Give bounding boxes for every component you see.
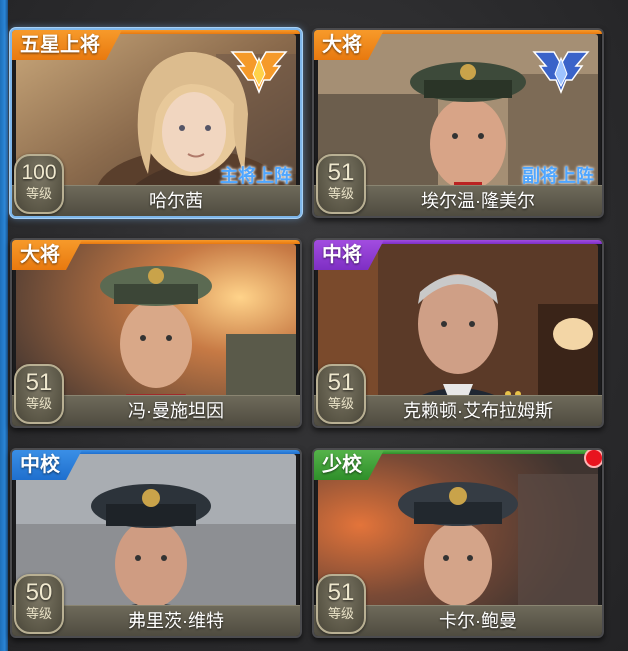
level-badge: 51 等级 [316, 154, 366, 214]
level-number: 50 [25, 579, 53, 606]
general-card-3[interactable]: 大将 冯·曼施坦因 51 等级 [10, 238, 302, 428]
level-badge: 51 等级 [316, 574, 366, 634]
general-card-4[interactable]: 中将 克赖顿·艾布拉姆斯 51 等级 [312, 238, 604, 428]
level-badge: 100 等级 [14, 154, 64, 214]
blue-wings-emblem-icon [532, 51, 590, 94]
general-name: 埃尔温·隆美尔 [421, 191, 535, 211]
general-card-2[interactable]: 大将 副将上阵 埃尔温·隆美尔 51 等级 [312, 28, 604, 218]
level-number: 51 [327, 159, 355, 186]
level-number: 51 [25, 369, 53, 396]
general-name: 卡尔·鲍曼 [439, 611, 517, 631]
rank-tag: 五星上将 [12, 30, 122, 60]
general-card-1[interactable]: 五星上将 主将上阵 哈尔茜 100 等级 [10, 28, 302, 218]
gold-wings-emblem-icon [230, 51, 288, 94]
level-label: 等级 [25, 186, 52, 201]
general-card-5[interactable]: 中校 弗里茨·维特 50 等级 [10, 448, 302, 638]
left-edge-strip [0, 0, 8, 651]
level-number: 100 [21, 161, 57, 184]
general-card-6[interactable]: 少校 卡尔·鲍曼 51 等级 [312, 448, 604, 638]
general-name: 弗里茨·维特 [128, 611, 224, 631]
level-label: 等级 [25, 606, 52, 621]
level-label: 等级 [327, 606, 354, 621]
level-badge: 51 等级 [14, 364, 64, 424]
general-name: 哈尔茜 [149, 191, 203, 211]
level-number: 51 [327, 369, 355, 396]
level-badge: 50 等级 [14, 574, 64, 634]
role-label: 主将上阵 [220, 166, 292, 186]
level-label: 等级 [25, 396, 52, 411]
level-number: 51 [327, 579, 355, 606]
level-badge: 51 等级 [316, 364, 366, 424]
notification-dot [584, 450, 602, 468]
level-label: 等级 [327, 186, 354, 201]
level-label: 等级 [327, 396, 354, 411]
role-label: 副将上阵 [522, 166, 594, 186]
general-name: 克赖顿·艾布拉姆斯 [403, 401, 553, 421]
general-name: 冯·曼施坦因 [128, 401, 224, 421]
